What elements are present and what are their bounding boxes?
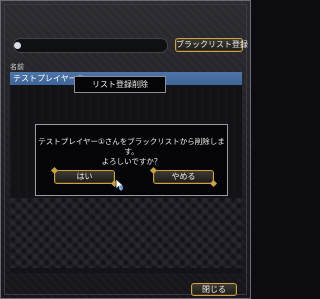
yes-label: はい — [76, 172, 93, 181]
cancel-button[interactable]: やめる — [149, 166, 218, 188]
radio-indicator-icon[interactable] — [14, 42, 21, 49]
corner-ornament-icon — [50, 166, 59, 175]
corner-ornament-icon — [149, 166, 158, 175]
list-background-pattern — [10, 198, 242, 268]
close-button[interactable]: 閉じる — [191, 283, 237, 296]
mouse-cursor-icon — [115, 178, 125, 192]
cancel-label: やめる — [171, 172, 196, 181]
close-label: 閉じる — [202, 285, 226, 294]
dialog-message: テストプレイヤー①さんをブラックリストから削除します。 よろしいですか？ — [36, 137, 227, 167]
yes-button[interactable]: はい — [50, 166, 119, 188]
dialog-title-text: リスト登録削除 — [92, 80, 148, 89]
add-to-blacklist-button[interactable]: ブラックリスト登録 — [175, 38, 248, 52]
dialog-message-line1: テストプレイヤー①さんをブラックリストから削除します。 — [38, 137, 225, 156]
add-to-blacklist-label: ブラックリスト登録 — [176, 40, 248, 49]
confirm-dialog: テストプレイヤー①さんをブラックリストから削除します。 よろしいですか？ はい … — [35, 124, 228, 196]
dialog-message-line2: よろしいですか？ — [101, 157, 162, 166]
search-input[interactable] — [13, 38, 168, 53]
name-column-header: 名前 — [10, 63, 24, 71]
dialog-title: リスト登録削除 — [74, 76, 166, 93]
corner-ornament-icon — [209, 179, 218, 188]
